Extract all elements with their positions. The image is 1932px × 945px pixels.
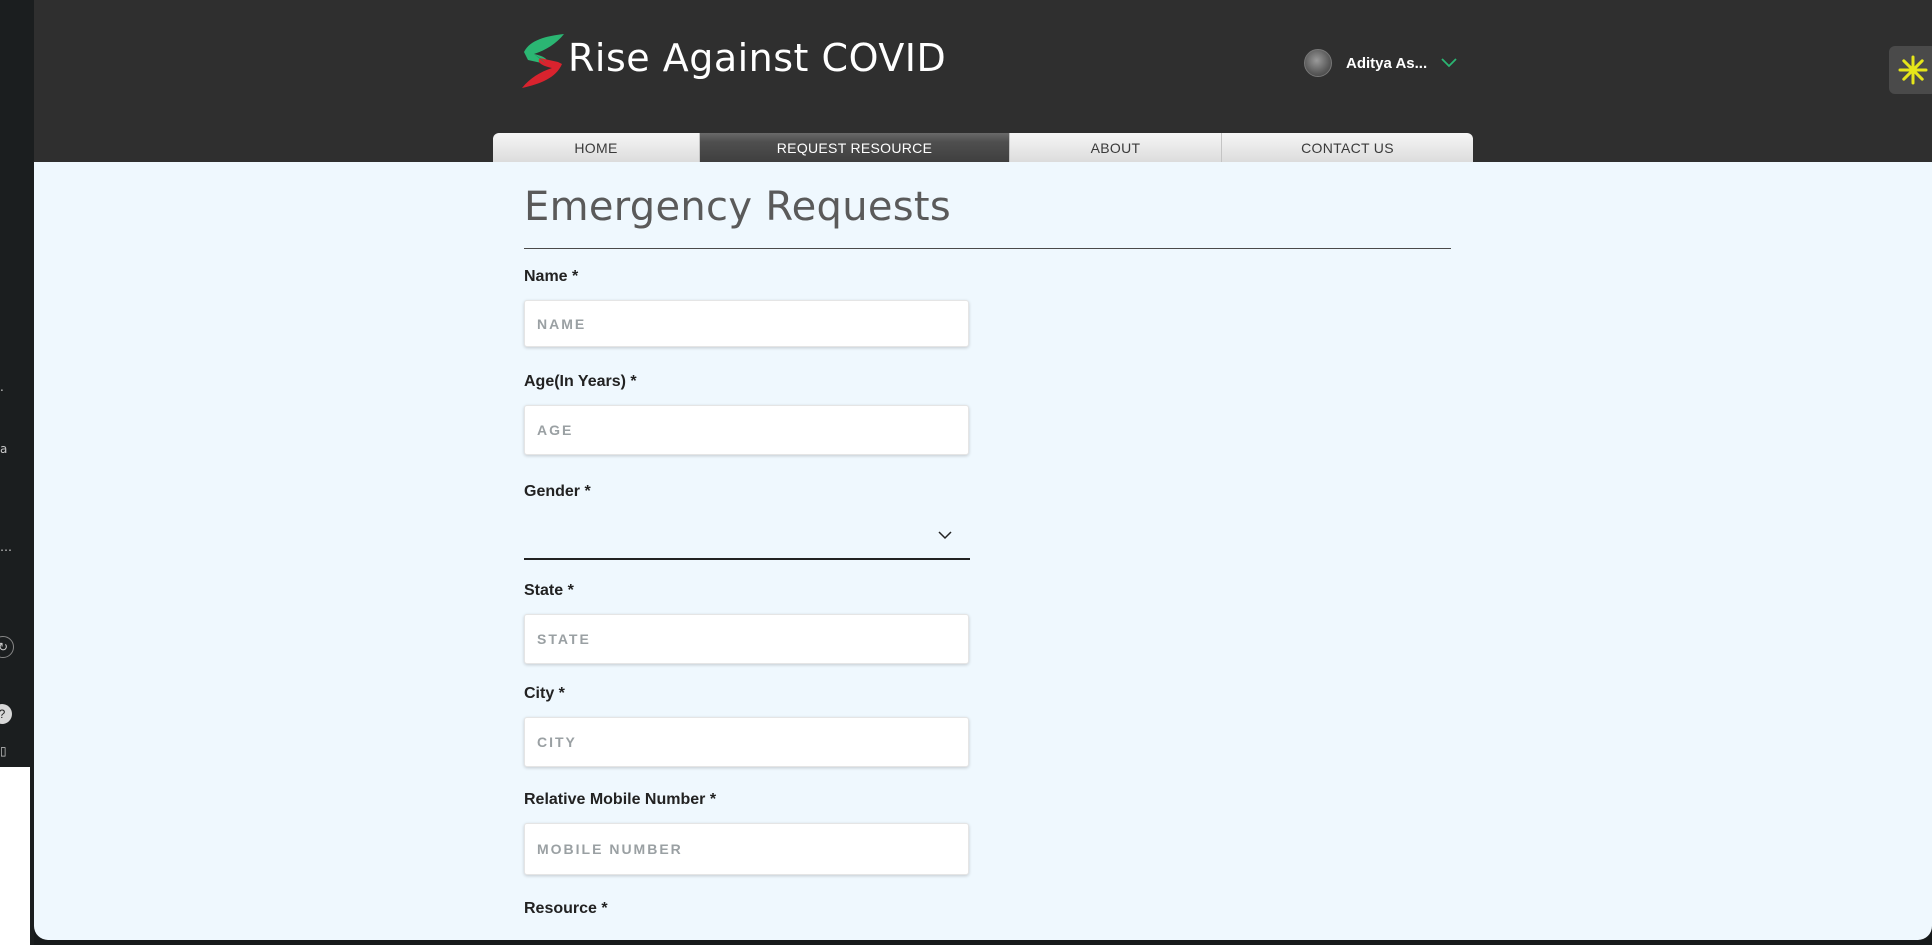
panel-mark: …: [0, 540, 12, 554]
refresh-icon[interactable]: ↻: [0, 636, 14, 658]
editor-widget-button[interactable]: [1889, 46, 1932, 94]
age-field-container: [524, 405, 969, 455]
chevron-down-icon[interactable]: [938, 530, 952, 540]
notification-icon[interactable]: ▯: [0, 744, 7, 758]
name-field-container: [524, 300, 969, 347]
avatar[interactable]: [1304, 49, 1332, 77]
panel-mark: a: [0, 442, 8, 456]
city-input[interactable]: [525, 718, 968, 766]
state-input[interactable]: [525, 615, 968, 663]
city-label: City *: [524, 685, 565, 702]
page-title: Emergency Requests: [524, 184, 952, 230]
page-content: Emergency Requests Name * Age(In Years) …: [34, 162, 1932, 940]
gender-label: Gender *: [524, 483, 591, 500]
state-label: State *: [524, 582, 574, 599]
nav-item-request-resource[interactable]: REQUEST RESOURCE: [700, 133, 1010, 162]
title-divider: [524, 248, 1451, 249]
age-input[interactable]: [525, 406, 968, 454]
mobile-label: Relative Mobile Number *: [524, 791, 717, 808]
panel-blank-area: [0, 767, 30, 945]
name-label: Name *: [524, 268, 579, 285]
mobile-field-container: [524, 823, 969, 875]
nav-item-about[interactable]: ABOUT: [1010, 133, 1222, 162]
gender-select[interactable]: [524, 514, 970, 560]
site-title[interactable]: Rise Against COVID: [568, 36, 946, 80]
site-header: Rise Against COVID Aditya As... HOME REQ…: [34, 0, 1932, 162]
main-nav: HOME REQUEST RESOURCE ABOUT CONTACT US: [493, 133, 1473, 162]
help-icon[interactable]: ?: [0, 704, 12, 724]
user-name[interactable]: Aditya As...: [1346, 55, 1427, 72]
panel-mark: .: [0, 380, 4, 394]
city-field-container: [524, 717, 969, 767]
mobile-number-input[interactable]: [525, 824, 968, 874]
resource-label: Resource *: [524, 900, 608, 917]
chevron-down-icon[interactable]: [1441, 58, 1457, 68]
state-field-container: [524, 614, 969, 664]
name-input[interactable]: [525, 301, 968, 346]
asterisk-icon: [1898, 55, 1928, 85]
user-menu[interactable]: Aditya As...: [1304, 48, 1457, 78]
logo-icon: [522, 34, 564, 88]
nav-item-contact-us[interactable]: CONTACT US: [1222, 133, 1473, 162]
editor-left-panel: . a … ↻ ? ▯: [0, 0, 34, 945]
age-label: Age(In Years) *: [524, 373, 637, 390]
website-frame: Rise Against COVID Aditya As... HOME REQ…: [34, 0, 1932, 940]
nav-item-home[interactable]: HOME: [493, 133, 700, 162]
